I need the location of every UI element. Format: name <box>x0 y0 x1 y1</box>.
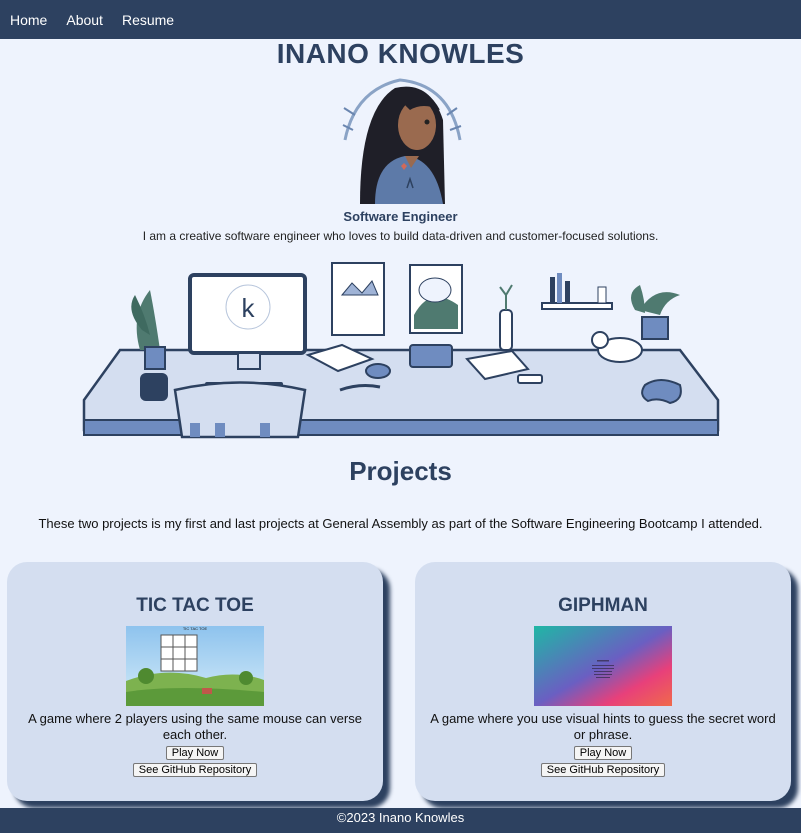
project-card-tic-tac-toe: TIC TAC TOE TIC TAC TOE A game where 2 p… <box>7 562 383 801</box>
thumbnail-title: TIC TAC TOE <box>183 626 208 631</box>
avatar <box>335 70 465 204</box>
top-navbar: Home About Resume <box>0 0 801 39</box>
footer-copyright: ©2023 Inano Knowles <box>336 810 465 825</box>
desk-scene-image: k <box>82 262 720 439</box>
project-description: A game where you use visual hints to gue… <box>430 711 776 742</box>
monitor-logo-letter: k <box>242 293 256 323</box>
tagline: I am a creative software engineer who lo… <box>142 229 659 243</box>
desk-illustration: k <box>80 255 725 445</box>
avatar-illustration <box>338 77 462 204</box>
github-repo-button[interactable]: See GitHub Repository <box>540 763 666 777</box>
project-title: TIC TAC TOE <box>136 595 254 616</box>
project-card-giphman: GIPHMAN A game where you use visual hint… <box>415 562 791 801</box>
giphman-screenshot <box>534 626 672 706</box>
footer: ©2023 Inano Knowles <box>0 808 801 833</box>
project-description: A game where 2 players using the same mo… <box>28 711 362 742</box>
nav-link-resume[interactable]: Resume <box>122 12 174 28</box>
project-title: GIPHMAN <box>558 595 648 616</box>
site-title: INANO KNOWLES <box>276 38 525 69</box>
project-thumbnail <box>534 626 672 706</box>
play-now-button[interactable]: Play Now <box>573 746 633 760</box>
project-thumbnail: TIC TAC TOE <box>126 626 264 706</box>
job-title: Software Engineer <box>343 209 458 224</box>
nav-link-home[interactable]: Home <box>10 12 47 28</box>
nav-link-about[interactable]: About <box>66 12 103 28</box>
tic-tac-toe-screenshot: TIC TAC TOE <box>126 626 264 706</box>
play-now-button[interactable]: Play Now <box>165 746 225 760</box>
projects-intro: These two projects is my first and last … <box>38 516 763 531</box>
projects-heading: Projects <box>349 456 452 486</box>
github-repo-button[interactable]: See GitHub Repository <box>132 763 258 777</box>
